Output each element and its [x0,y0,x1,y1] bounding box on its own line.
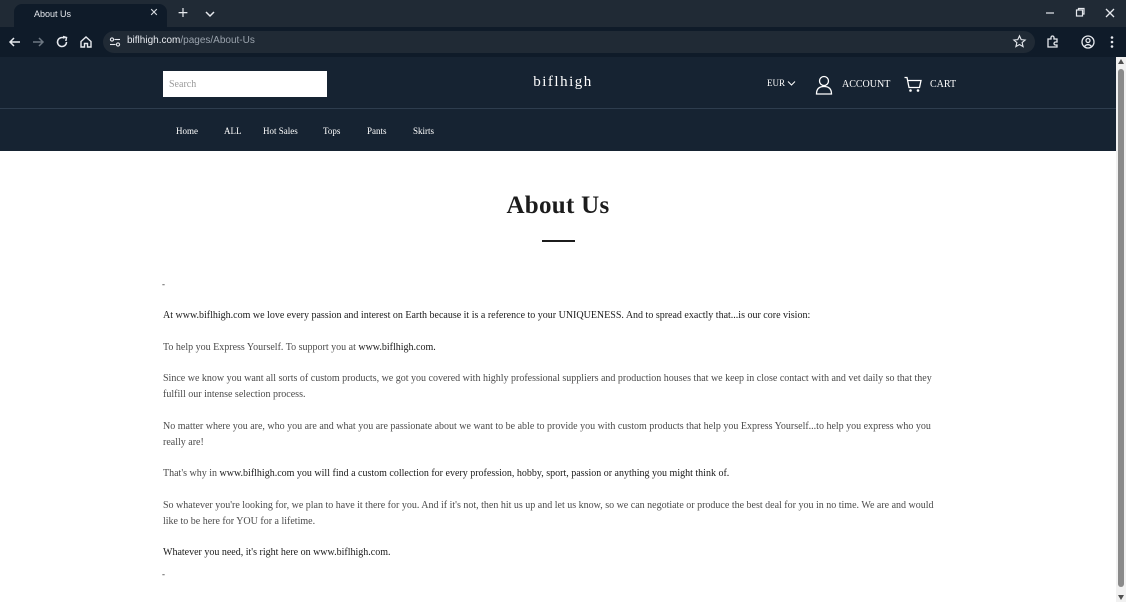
paragraph-express-text: To help you Express Yourself. To support… [163,342,359,353]
cart-icon[interactable] [904,76,922,93]
new-tab-button[interactable]: + [175,6,191,22]
tab-list-chevron-icon[interactable] [202,6,218,22]
tab-title: About Us [34,9,72,19]
currency-selector[interactable]: EUR [767,78,785,88]
restore-icon[interactable] [1069,3,1091,23]
header-top-row: biflhigh EUR ACCOUNT CART [0,57,1116,109]
paragraph-collection-lead: That's why in [163,468,220,479]
site-header: biflhigh EUR ACCOUNT CART Home ALL Hot S… [0,57,1116,151]
account-link[interactable]: ACCOUNT [842,79,890,90]
profile-icon[interactable] [1079,33,1097,51]
scroll-thumb[interactable] [1118,69,1124,587]
reload-icon[interactable] [53,33,71,51]
browser-toolbar: biflhigh.com/pages/About-Us [0,27,1126,57]
nav-item-all[interactable]: ALL [224,126,242,136]
paragraph-express: To help you Express Yourself. To support… [163,340,945,356]
address-bar[interactable]: biflhigh.com/pages/About-Us [103,31,1035,53]
separator-dash-top: - [162,279,165,289]
separator-dash-bottom: - [162,569,165,579]
back-icon[interactable] [6,33,24,51]
bookmark-star-icon[interactable] [1012,34,1027,49]
site-link-text: www.biflhigh.com. [358,342,436,353]
cart-link[interactable]: CART [930,79,956,90]
browser-titlebar: About Us ✕ + [0,0,1126,27]
title-divider [542,240,575,242]
scroll-down-arrow-icon[interactable] [1118,595,1124,600]
nav-item-tops[interactable]: Tops [323,126,340,136]
chevron-down-icon[interactable] [787,80,796,87]
url-text[interactable]: biflhigh.com/pages/About-Us [127,35,255,46]
user-icon[interactable] [815,75,833,95]
paragraph-passion: No matter where you are, who you are and… [163,421,931,448]
main-nav: Home ALL Hot Sales Tops Pants Skirts [0,110,1116,151]
more-menu-icon[interactable] [1103,33,1121,51]
nav-item-pants[interactable]: Pants [367,126,387,136]
browser-tab[interactable]: About Us ✕ [14,4,167,27]
forward-icon[interactable] [29,33,47,51]
url-host: biflhigh.com [127,35,181,46]
close-window-icon[interactable] [1099,3,1121,23]
nav-item-skirts[interactable]: Skirts [413,126,434,136]
scroll-up-arrow-icon[interactable] [1118,59,1124,64]
page-scrollbar[interactable] [1116,57,1126,602]
nav-item-hot-sales[interactable]: Hot Sales [263,126,298,136]
extensions-icon[interactable] [1044,33,1062,51]
nav-item-home[interactable]: Home [176,126,198,136]
paragraph-lifetime: So whatever you're looking for, we plan … [163,500,934,527]
paragraph-collection: That's why in www.biflhigh.com you will … [163,466,945,482]
url-path: /pages/About-Us [180,35,255,46]
page-title: About Us [506,192,610,219]
paragraph-collection-text: www.biflhigh.com you will find a custom … [219,468,730,479]
paragraph-closing: Whatever you need, it's right here on ww… [163,547,391,558]
home-icon[interactable] [77,33,95,51]
paragraph-suppliers: Since we know you want all sorts of cust… [163,373,932,400]
minimize-icon[interactable] [1039,3,1061,23]
site-logo[interactable]: biflhigh [0,74,1126,91]
paragraph-vision: At www.biflhigh.com we love every passio… [163,310,811,321]
site-info-icon[interactable] [108,35,122,49]
tab-close-icon[interactable]: ✕ [147,6,161,20]
